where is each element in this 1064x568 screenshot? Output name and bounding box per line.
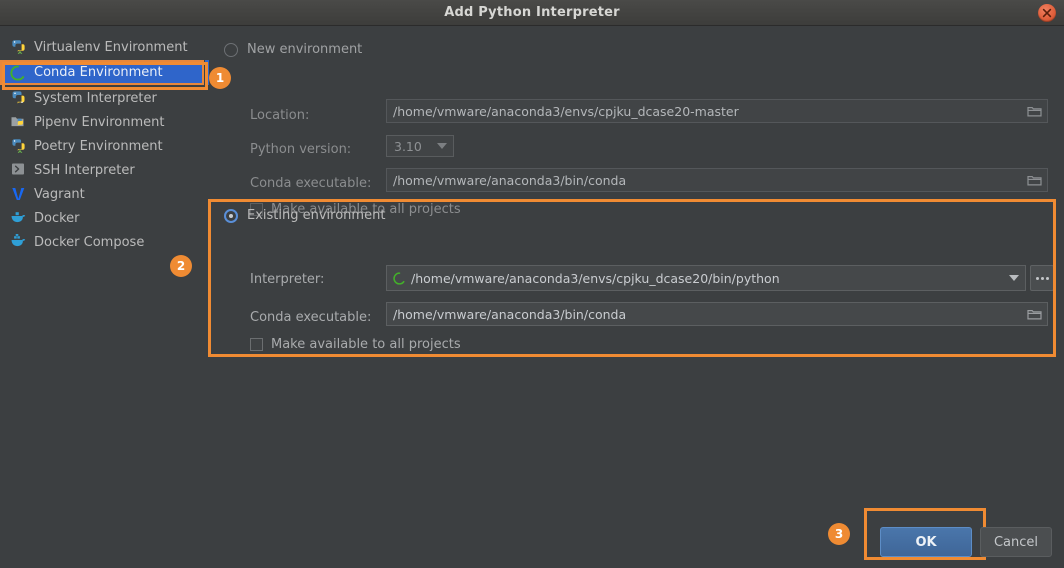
chevron-down-icon[interactable] <box>1003 266 1025 290</box>
sidebar-item-label: Virtualenv Environment <box>34 39 188 55</box>
make-available-checkbox-existing[interactable]: Make available to all projects <box>250 337 461 352</box>
ok-button[interactable]: OK <box>880 527 972 557</box>
new-environment-radio[interactable]: New environment <box>224 42 362 57</box>
annotation-badge-2: 2 <box>170 255 192 277</box>
chevron-down-icon <box>431 134 453 158</box>
checkbox-icon <box>250 338 263 351</box>
sidebar-item-vagrant[interactable]: Vagrant <box>0 183 204 205</box>
radio-circle-icon <box>224 42 238 57</box>
existing-environment-radio[interactable]: Existing environment <box>224 208 385 223</box>
folder-glyph <box>1026 309 1042 319</box>
conda-executable-label-existing: Conda executable: <box>250 310 372 325</box>
interpreter-settings-panel: New environment Location: /home/vmware/a… <box>208 26 1064 568</box>
folder-icon[interactable] <box>1021 303 1047 325</box>
sidebar-item-poetry-environment[interactable]: Poetry Environment <box>0 135 204 157</box>
python-version-label: Python version: <box>250 142 352 157</box>
new-environment-label: New environment <box>247 42 363 57</box>
interpreter-type-sidebar: Virtualenv Environment Conda Environment… <box>0 26 209 568</box>
sidebar-item-label: Conda Environment <box>34 65 163 80</box>
sidebar-item-label: System Interpreter <box>34 90 157 106</box>
docker-icon <box>10 210 27 226</box>
conda-icon <box>393 271 406 285</box>
conda-executable-value-new: /home/vmware/anaconda3/bin/conda <box>393 172 627 188</box>
sidebar-item-virtualenv-environment[interactable]: Virtualenv Environment <box>0 36 204 58</box>
sidebar-item-label: Poetry Environment <box>34 138 163 154</box>
conda-executable-input-new[interactable]: /home/vmware/anaconda3/bin/conda <box>386 168 1048 192</box>
existing-environment-label: Existing environment <box>247 208 386 223</box>
interpreter-value: /home/vmware/anaconda3/envs/cpjku_dcase2… <box>411 270 780 286</box>
annotation-badge-3: 3 <box>828 523 850 545</box>
sidebar-item-label: Pipenv Environment <box>34 114 165 130</box>
python-venv-icon <box>10 138 27 154</box>
close-icon[interactable] <box>1038 4 1056 22</box>
interpreter-select[interactable]: /home/vmware/anaconda3/envs/cpjku_dcase2… <box>386 265 1026 291</box>
conda-executable-label-new: Conda executable: <box>250 176 372 191</box>
conda-executable-value-existing: /home/vmware/anaconda3/bin/conda <box>393 306 627 322</box>
conda-executable-input-existing[interactable]: /home/vmware/anaconda3/bin/conda <box>386 302 1048 326</box>
sidebar-item-label: Docker <box>34 210 80 226</box>
add-python-interpreter-dialog: Add Python Interpreter Virtualenv Enviro… <box>0 0 1064 568</box>
sidebar-item-pipenv-environment[interactable]: Pipenv Environment <box>0 111 204 133</box>
dialog-title: Add Python Interpreter <box>444 5 620 20</box>
conda-icon <box>10 64 27 81</box>
sidebar-item-docker[interactable]: Docker <box>0 207 204 229</box>
folder-glyph <box>1026 175 1042 185</box>
location-label: Location: <box>250 108 310 123</box>
terminal-icon <box>10 162 27 178</box>
interpreter-label: Interpreter: <box>250 272 325 287</box>
location-value: /home/vmware/anaconda3/envs/cpjku_dcase2… <box>393 103 739 119</box>
radio-circle-selected-icon <box>224 208 238 223</box>
close-glyph <box>1042 8 1052 18</box>
python-version-value: 3.10 <box>394 138 422 154</box>
docker-compose-icon <box>10 234 27 250</box>
title-bar: Add Python Interpreter <box>0 0 1064 26</box>
folder-glyph <box>1026 106 1042 116</box>
python-venv-icon <box>10 39 27 55</box>
cancel-button[interactable]: Cancel <box>980 527 1052 557</box>
make-available-label-existing: Make available to all projects <box>271 337 461 352</box>
sidebar-item-system-interpreter[interactable]: System Interpreter <box>0 87 204 109</box>
vagrant-icon <box>10 186 27 202</box>
interpreter-browse-button[interactable] <box>1030 265 1054 291</box>
folder-icon[interactable] <box>1021 169 1047 191</box>
location-input[interactable]: /home/vmware/anaconda3/envs/cpjku_dcase2… <box>386 99 1048 123</box>
pipenv-icon <box>10 114 27 130</box>
python-icon <box>10 90 27 106</box>
sidebar-item-label: Vagrant <box>34 186 85 202</box>
sidebar-item-label: SSH Interpreter <box>34 162 135 178</box>
annotation-badge-1: 1 <box>209 67 231 89</box>
folder-icon[interactable] <box>1021 100 1047 122</box>
python-version-select[interactable]: 3.10 <box>386 135 454 157</box>
sidebar-item-docker-compose[interactable]: Docker Compose <box>0 231 204 253</box>
sidebar-item-ssh-interpreter[interactable]: SSH Interpreter <box>0 159 204 181</box>
sidebar-item-conda-environment[interactable]: Conda Environment <box>0 60 204 85</box>
sidebar-item-label: Docker Compose <box>34 234 145 250</box>
